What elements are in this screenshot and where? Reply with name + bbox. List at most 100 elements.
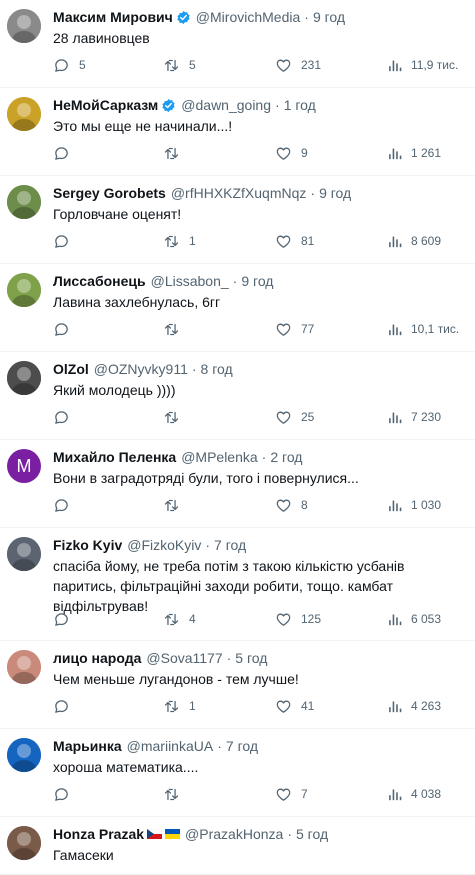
tweet-text: хороша математика.... bbox=[53, 759, 199, 775]
user-handle[interactable]: @PrazakHonza bbox=[185, 824, 283, 844]
tweet-reply[interactable]: OlZol @OZNyvky911 · 8 год Який молодець ))))… bbox=[0, 352, 475, 440]
retweet-button-count: 1 bbox=[189, 234, 196, 248]
retweet-button-count: 4 bbox=[189, 612, 196, 626]
tweet-reply[interactable]: M Михайло Пеленка @MPelenka · 2 год Вони в за… bbox=[0, 440, 475, 528]
display-name[interactable]: Максим Мирович bbox=[53, 7, 173, 27]
retweet-button[interactable]: 4 bbox=[163, 610, 196, 628]
display-name[interactable]: Лиссабонець bbox=[53, 271, 146, 291]
like-button[interactable]: 41 bbox=[275, 697, 314, 715]
views-button[interactable]: 1 030 bbox=[387, 496, 441, 514]
retweet-button[interactable] bbox=[163, 496, 180, 514]
retweet-button[interactable]: 1 bbox=[163, 232, 196, 250]
reply-button[interactable] bbox=[53, 232, 70, 250]
views-button-count: 1 261 bbox=[411, 146, 442, 160]
timestamp[interactable]: 2 год bbox=[270, 447, 302, 467]
avatar[interactable] bbox=[7, 650, 41, 684]
tweet-reply[interactable]: Максим Мирович @MirovichMedia · 9 год 28 лав… bbox=[0, 0, 475, 88]
reply-button[interactable] bbox=[53, 408, 70, 426]
retweet-button[interactable] bbox=[163, 144, 180, 162]
reply-button[interactable] bbox=[53, 697, 70, 715]
like-button[interactable]: 9 bbox=[275, 144, 308, 162]
tweet-text: Який молодець )))) bbox=[53, 382, 176, 398]
retweet-button[interactable]: 5 bbox=[163, 56, 196, 74]
display-name[interactable]: Михайло Пеленка bbox=[53, 447, 176, 467]
like-button[interactable]: 8 bbox=[275, 496, 308, 514]
like-button[interactable]: 81 bbox=[275, 232, 314, 250]
timestamp[interactable]: 9 год bbox=[241, 271, 273, 291]
user-handle[interactable]: @FizkoKyiv bbox=[127, 535, 201, 555]
views-button[interactable]: 11,9 тис. bbox=[387, 56, 458, 74]
heart-icon bbox=[275, 321, 292, 338]
tweet-reply[interactable]: Fizko Kyiv @FizkoKyiv · 7 год спасіба йому, … bbox=[0, 528, 475, 641]
timestamp[interactable]: 7 год bbox=[214, 535, 246, 555]
like-button[interactable]: 25 bbox=[275, 408, 314, 426]
reply-button[interactable]: 5 bbox=[53, 56, 86, 74]
display-name[interactable]: Марьинка bbox=[53, 736, 122, 756]
display-name[interactable]: OlZol bbox=[53, 359, 89, 379]
timestamp[interactable]: 5 год bbox=[235, 648, 267, 668]
display-name[interactable]: Fizko Kyiv bbox=[53, 535, 122, 555]
avatar[interactable] bbox=[7, 9, 41, 43]
timestamp[interactable]: 8 год bbox=[201, 359, 233, 379]
views-icon bbox=[387, 698, 404, 715]
tweet-reply[interactable]: Sergey Gorobets @rfHHXKZfXuqmNqz · 9 год Гор… bbox=[0, 176, 475, 264]
retweet-button[interactable] bbox=[163, 785, 180, 803]
user-handle[interactable]: @mariinkaUA bbox=[127, 736, 214, 756]
retweet-button[interactable]: 1 bbox=[163, 697, 196, 715]
user-handle[interactable]: @OZNyvky911 bbox=[94, 359, 188, 379]
timestamp[interactable]: 7 год bbox=[226, 736, 258, 756]
reply-button[interactable] bbox=[53, 144, 70, 162]
avatar[interactable] bbox=[7, 361, 41, 395]
like-button-count: 81 bbox=[301, 234, 315, 248]
reply-button[interactable] bbox=[53, 496, 70, 514]
reply-button[interactable] bbox=[53, 320, 70, 338]
user-handle[interactable]: @Sova1177 bbox=[146, 648, 222, 668]
avatar[interactable] bbox=[7, 826, 41, 860]
display-name[interactable]: НеМойСарказм bbox=[53, 95, 158, 115]
like-button[interactable]: 125 bbox=[275, 610, 321, 628]
views-button[interactable]: 4 038 bbox=[387, 785, 441, 803]
like-button-count: 9 bbox=[301, 146, 308, 160]
user-handle[interactable]: @MPelenka bbox=[181, 447, 257, 467]
reply-button[interactable] bbox=[53, 610, 70, 628]
avatar[interactable] bbox=[7, 97, 41, 131]
user-handle[interactable]: @MirovichMedia bbox=[196, 7, 300, 27]
avatar[interactable] bbox=[7, 185, 41, 219]
views-button[interactable]: 6 053 bbox=[387, 610, 441, 628]
like-button[interactable]: 231 bbox=[275, 56, 321, 74]
display-name[interactable]: Sergey Gorobets bbox=[53, 183, 166, 203]
tweet-actions: 4 125 6 053 bbox=[53, 610, 475, 628]
user-handle[interactable]: @Lissabon_ bbox=[151, 271, 229, 291]
timestamp[interactable]: 9 год bbox=[319, 183, 351, 203]
tweet-reply[interactable]: Honza Prazak @PrazakHonza · 5 год Гамасеки bbox=[0, 817, 475, 875]
reply-button[interactable] bbox=[53, 785, 70, 803]
avatar[interactable]: M bbox=[7, 449, 41, 483]
like-button[interactable]: 7 bbox=[275, 785, 308, 803]
tweet-reply[interactable]: лицо народа @Sova1177 · 5 год Чем меньше луг… bbox=[0, 641, 475, 729]
views-button[interactable]: 7 230 bbox=[387, 408, 441, 426]
like-button[interactable]: 77 bbox=[275, 320, 314, 338]
retweet-button[interactable] bbox=[163, 408, 180, 426]
display-name[interactable]: Honza Prazak bbox=[53, 824, 144, 844]
views-icon bbox=[387, 786, 404, 803]
user-handle[interactable]: @dawn_going bbox=[181, 95, 271, 115]
retweet-button[interactable] bbox=[163, 320, 180, 338]
views-icon bbox=[387, 233, 404, 250]
tweet-reply[interactable]: НеМойСарказм @dawn_going · 1 год Это мы еще … bbox=[0, 88, 475, 176]
user-handle[interactable]: @rfHHXKZfXuqmNqz bbox=[171, 183, 307, 203]
views-button[interactable]: 8 609 bbox=[387, 232, 441, 250]
retweet-icon bbox=[163, 497, 180, 514]
views-button[interactable]: 10,1 тис. bbox=[387, 320, 459, 338]
views-button[interactable]: 1 261 bbox=[387, 144, 441, 162]
display-name[interactable]: лицо народа bbox=[53, 648, 141, 668]
tweet-reply[interactable]: Лиссабонець @Lissabon_ · 9 год Лавина захлеб… bbox=[0, 264, 475, 352]
timestamp[interactable]: 1 год bbox=[284, 95, 316, 115]
tweet-reply[interactable]: Марьинка @mariinkaUA · 7 год хороша математи… bbox=[0, 729, 475, 817]
timestamp[interactable]: 9 год bbox=[313, 7, 345, 27]
avatar[interactable] bbox=[7, 738, 41, 772]
timestamp[interactable]: 5 год bbox=[296, 824, 328, 844]
views-button[interactable]: 4 263 bbox=[387, 697, 441, 715]
avatar[interactable] bbox=[7, 273, 41, 307]
tweet-header: Sergey Gorobets @rfHHXKZfXuqmNqz · 9 год bbox=[53, 183, 469, 203]
avatar[interactable] bbox=[7, 537, 41, 571]
